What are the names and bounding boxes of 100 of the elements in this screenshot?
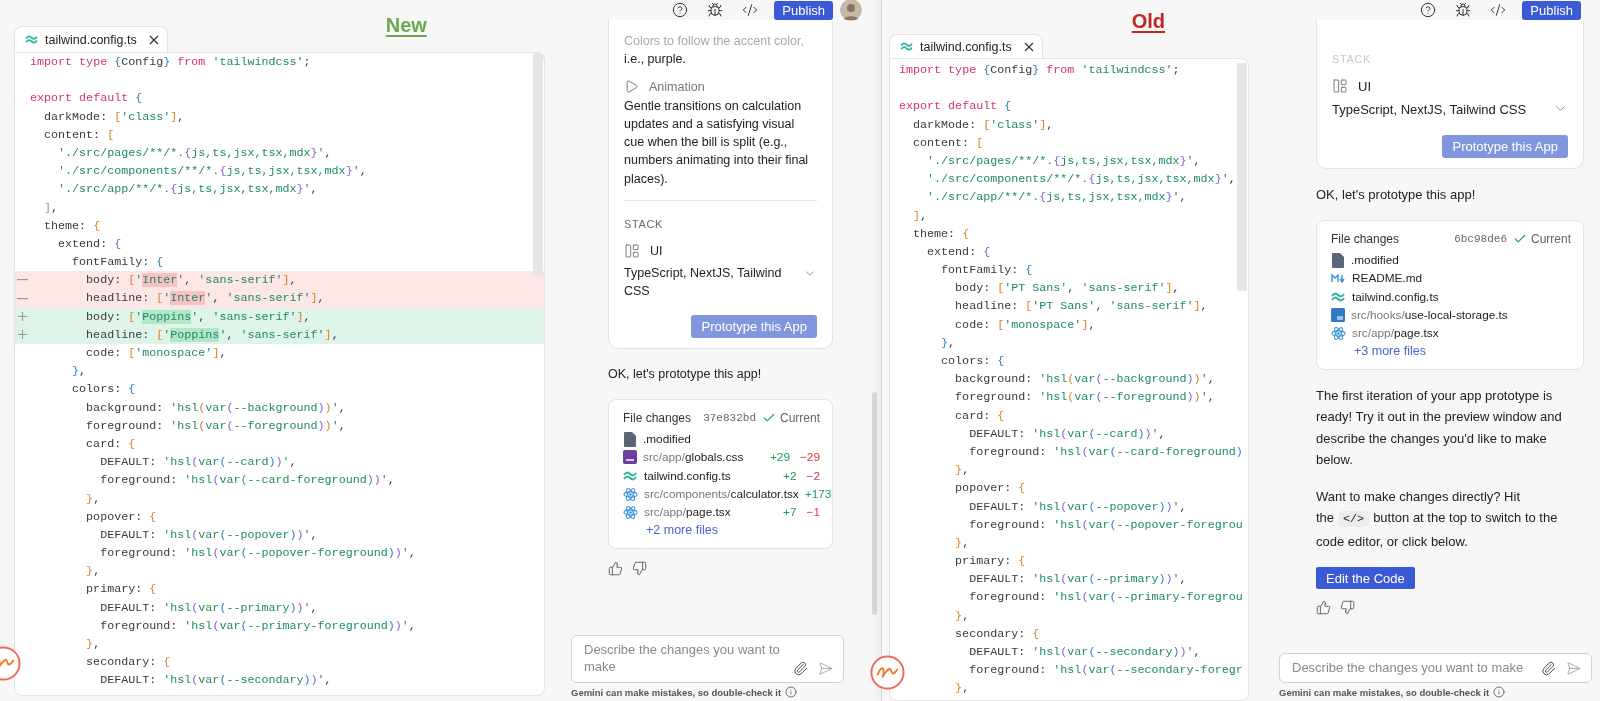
code-line: colors: { bbox=[940, 353, 1005, 370]
message-field[interactable]: Describe the changes you want to make bbox=[571, 635, 844, 683]
paperclip-icon[interactable] bbox=[793, 661, 808, 676]
code-line: import type {Config} from 'tailwindcss'; bbox=[899, 62, 1180, 79]
publish-button[interactable]: Publish bbox=[1522, 0, 1581, 20]
code-line: './src/app/**/*.{js,ts,jsx,tsx,mdx}', bbox=[57, 181, 318, 199]
file-tab[interactable]: tailwind.config.ts bbox=[889, 34, 1043, 58]
stack-value[interactable]: TypeScript, NextJS, Tailwind CSS bbox=[1332, 99, 1527, 121]
help-icon[interactable] bbox=[672, 2, 689, 18]
code-editor[interactable] bbox=[14, 52, 545, 696]
code-icon[interactable] bbox=[742, 2, 759, 18]
code-line: headline: ['Poppins', 'sans-serif'], bbox=[85, 326, 339, 344]
code-line: }, bbox=[954, 534, 970, 552]
code-line: DEFAULT: 'hsl(var(--secondary))', bbox=[968, 644, 1201, 661]
code-line: './src/app/**/*.{js,ts,jsx,tsx,mdx}', bbox=[926, 189, 1187, 207]
thumbs-up-icon[interactable] bbox=[608, 560, 623, 576]
code-line: import type {Config} from 'tailwindcss'; bbox=[30, 54, 311, 71]
file-path[interactable]: tailwind.config.ts bbox=[644, 468, 778, 483]
check-icon bbox=[1513, 232, 1527, 246]
play-icon bbox=[624, 79, 639, 95]
file-tab[interactable]: tailwind.config.ts bbox=[14, 26, 168, 52]
message-input[interactable]: Describe the changes you want to make bbox=[584, 641, 783, 677]
code-line: body: ['PT Sans', 'sans-serif'], bbox=[954, 280, 1180, 298]
code-line: './src/pages/**/*.{js,ts,jsx,tsx,mdx}', bbox=[926, 152, 1201, 170]
chat-message: The first iteration of your app prototype is ready! Try it out in the preview window and describe the changes you'd like to make below. bbox=[1316, 386, 1563, 470]
paperclip-icon[interactable] bbox=[1541, 661, 1556, 676]
commit-hash: 6bc98de6 bbox=[1454, 233, 1507, 245]
scrollbar-thumb[interactable] bbox=[872, 392, 877, 615]
code-line: primary: { bbox=[85, 581, 157, 599]
code-icon[interactable] bbox=[1490, 2, 1507, 18]
file-path[interactable]: src/app/page.tsx bbox=[1352, 326, 1571, 341]
code-line: foreground: 'hsl(var(--foreground))', bbox=[85, 417, 346, 435]
code-line: DEFAULT: 'hsl(var(--popover))', bbox=[99, 526, 318, 544]
logo-icon[interactable] bbox=[870, 655, 905, 690]
thumbs-down-icon[interactable] bbox=[1340, 600, 1355, 616]
bug-icon[interactable] bbox=[707, 2, 724, 18]
code-line: foreground: 'hsl(var(--primary-foregrou bbox=[968, 589, 1243, 607]
message-field[interactable]: Describe the changes you want to make bbox=[1279, 653, 1592, 683]
file-path[interactable]: src/app/page.tsx bbox=[644, 505, 778, 520]
commit-hash: 37e832bd bbox=[703, 411, 756, 424]
code-editor[interactable] bbox=[889, 58, 1249, 701]
thumbs-up-icon[interactable] bbox=[1316, 600, 1331, 616]
more-files-link[interactable]: +2 more files bbox=[646, 521, 820, 540]
stack-value[interactable]: TypeScript, NextJS, Tailwind CSS bbox=[624, 264, 796, 301]
file-path[interactable]: .modified bbox=[643, 432, 820, 447]
file-path[interactable]: .modified bbox=[1351, 253, 1571, 268]
code-line: headline: ['Inter', 'sans-serif'], bbox=[85, 290, 325, 308]
status-label: Current bbox=[1531, 232, 1571, 246]
status-label: Current bbox=[780, 410, 820, 425]
plus-icon bbox=[18, 312, 27, 322]
code-line: }, bbox=[71, 363, 87, 381]
close-icon[interactable] bbox=[1023, 41, 1034, 52]
spec-text: Gentle transitions on calculation updates and a satisfying visual cue when the bill is split (e.g., numbers animating into their final places). bbox=[624, 97, 810, 188]
info-icon[interactable] bbox=[1493, 686, 1506, 698]
thumbs-down-icon[interactable] bbox=[632, 560, 647, 576]
code-line: secondary: { bbox=[85, 654, 171, 672]
layout-icon bbox=[624, 243, 640, 260]
file-path[interactable]: src/hooks/use-local-storage.ts bbox=[1351, 308, 1571, 323]
code-line: darkMode: ['class'], bbox=[43, 108, 185, 126]
close-icon[interactable] bbox=[148, 34, 159, 45]
code-line: foreground: 'hsl(var(--popover-foregrou bbox=[968, 516, 1243, 534]
code-line: body: ['Poppins', 'sans-serif'], bbox=[85, 308, 311, 326]
code-line: content: [ bbox=[43, 126, 115, 144]
typescript-file-icon bbox=[1331, 308, 1345, 323]
file-path[interactable]: tailwind.config.ts bbox=[1352, 289, 1571, 304]
code-line: ], bbox=[43, 199, 59, 217]
code-line: foreground: 'hsl(var(--card-foreground))', bbox=[99, 472, 395, 490]
code-line: export default { bbox=[899, 98, 1012, 116]
message-input[interactable]: Describe the changes you want to make bbox=[1292, 659, 1531, 677]
code-line: DEFAULT: 'hsl(var(--primary))', bbox=[99, 599, 318, 617]
send-icon[interactable] bbox=[818, 661, 833, 676]
code-line: card: { bbox=[954, 407, 1005, 425]
send-icon[interactable] bbox=[1566, 661, 1581, 676]
disclaimer-text: Gemini can make mistakes, so double-check it bbox=[571, 686, 782, 698]
code-line: code: ['monospace'], bbox=[85, 345, 227, 362]
more-files-link[interactable]: +3 more files bbox=[1354, 342, 1571, 361]
scrollbar-thumb[interactable] bbox=[1237, 63, 1247, 291]
code-line: theme: { bbox=[43, 217, 101, 235]
edit-code-button[interactable]: Edit the Code bbox=[1316, 567, 1415, 590]
wave-icon bbox=[1331, 291, 1346, 302]
atom-icon bbox=[623, 504, 638, 520]
added-count: +173 bbox=[804, 487, 832, 501]
help-icon[interactable] bbox=[1420, 2, 1437, 18]
wave-icon bbox=[25, 35, 39, 44]
code-line: }, bbox=[940, 334, 956, 352]
file-path[interactable]: src/components/calculator.tsx bbox=[644, 487, 799, 501]
file-path[interactable]: src/app/globals.css bbox=[643, 450, 764, 465]
bug-icon[interactable] bbox=[1455, 2, 1472, 18]
code-line: foreground: 'hsl(var(--popover-foreground))', bbox=[99, 545, 416, 563]
file-path[interactable]: README.md bbox=[1352, 271, 1571, 286]
code-line: darkMode: ['class'], bbox=[912, 116, 1054, 134]
scrollbar-thumb[interactable] bbox=[533, 53, 543, 276]
code-line: content: [ bbox=[912, 134, 984, 152]
markdown-icon bbox=[1331, 273, 1346, 283]
avatar[interactable] bbox=[840, 0, 862, 21]
info-icon[interactable] bbox=[785, 686, 798, 698]
comparison-heading: New bbox=[385, 14, 427, 37]
code-line: body: ['Inter', 'sans-serif'], bbox=[85, 272, 297, 290]
code-line: headline: ['PT Sans', 'sans-serif'], bbox=[954, 298, 1208, 316]
publish-button[interactable]: Publish bbox=[774, 0, 833, 20]
